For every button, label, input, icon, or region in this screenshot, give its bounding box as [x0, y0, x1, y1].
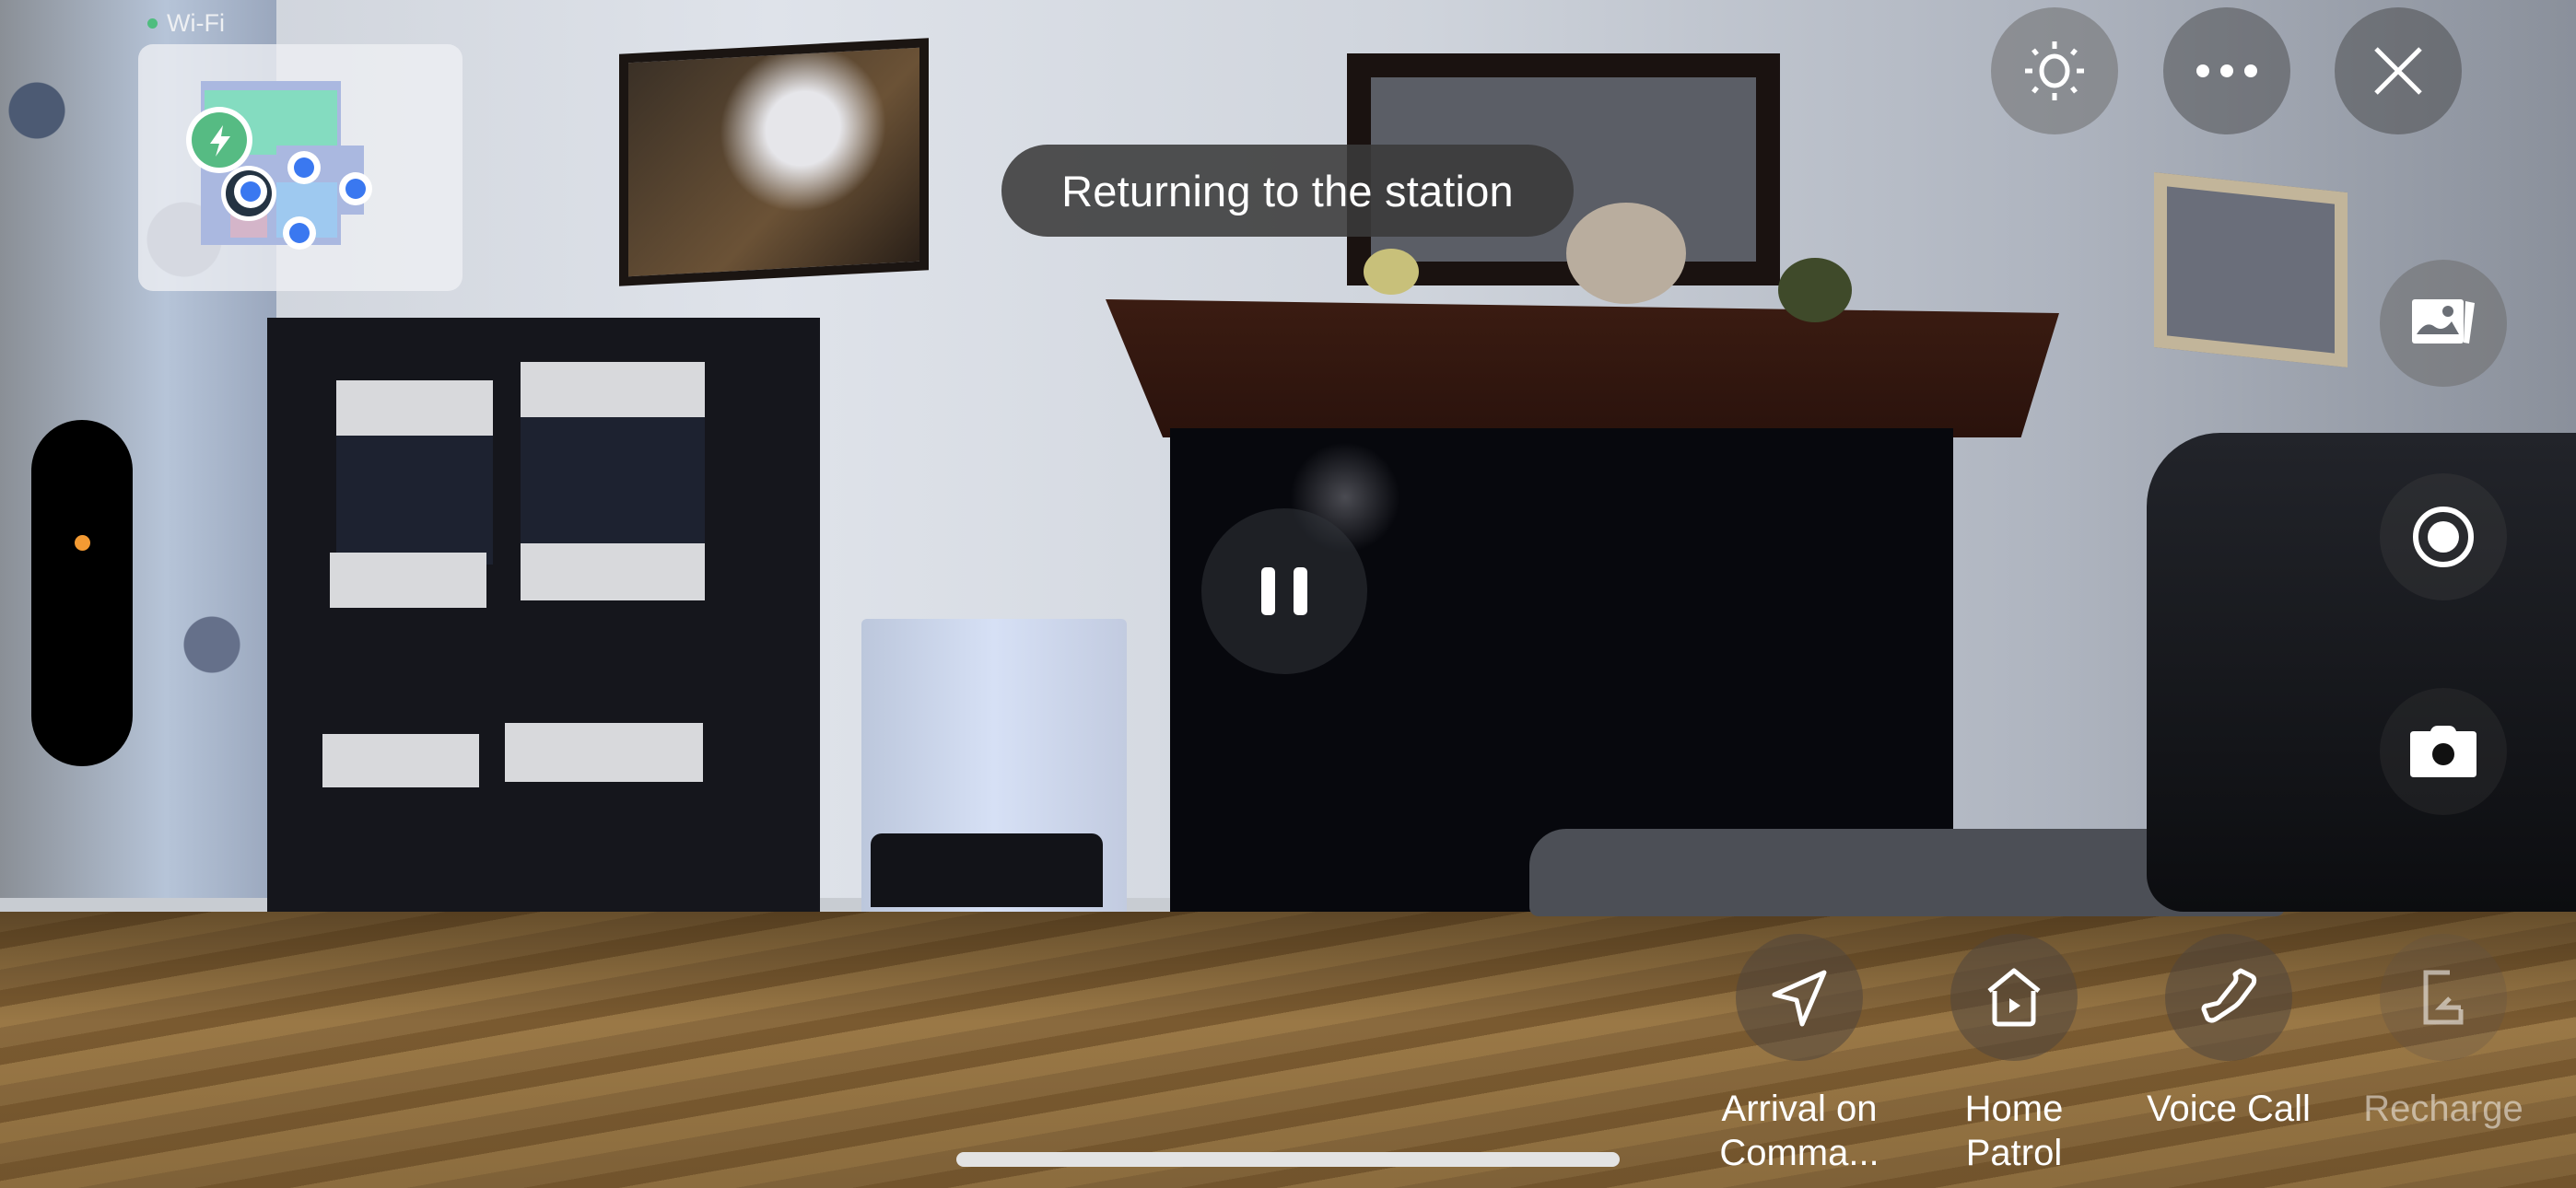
- connection-dot-icon: [147, 18, 158, 29]
- mini-map[interactable]: [138, 44, 463, 291]
- recharge-dock-icon: [2423, 970, 2464, 1025]
- arrival-on-command-button[interactable]: [1736, 934, 1863, 1061]
- navigation-arrow-icon: [1772, 970, 1827, 1027]
- joystick-indicator-icon: [75, 535, 90, 551]
- home-indicator[interactable]: [956, 1152, 1620, 1167]
- voice-call-button[interactable]: [2165, 934, 2292, 1061]
- sofa: [2147, 433, 2576, 912]
- record-button[interactable]: [2380, 473, 2507, 600]
- action-home-patrol[interactable]: Home Patrol: [1908, 934, 2120, 1175]
- action-recharge[interactable]: Recharge: [2337, 934, 2549, 1131]
- status-toast: Returning to the station: [1001, 145, 1574, 237]
- action-label: Arrival on Comma...: [1719, 1089, 1879, 1173]
- status-text: Returning to the station: [1061, 166, 1514, 215]
- charging-dock-marker: [186, 107, 252, 173]
- snapshot-button[interactable]: [2380, 688, 2507, 815]
- action-label: Voice Call: [2147, 1089, 2311, 1129]
- more-dots-icon: [2196, 64, 2257, 77]
- painting: [619, 38, 929, 286]
- connection-label: Wi-Fi: [167, 9, 225, 37]
- photo-album-icon: [2412, 299, 2475, 344]
- brightness-button[interactable]: [1991, 7, 2118, 134]
- recharge-button[interactable]: [2380, 934, 2507, 1061]
- close-button[interactable]: [2335, 7, 2462, 134]
- more-options-button[interactable]: [2163, 7, 2290, 134]
- close-x-icon: [2374, 47, 2422, 95]
- action-label: Recharge: [2363, 1089, 2523, 1129]
- home-patrol-icon: [1987, 968, 2041, 1027]
- home-patrol-button[interactable]: [1950, 934, 2078, 1061]
- cabinet: [267, 318, 820, 912]
- sun-brightness-icon: [2025, 41, 2084, 100]
- pause-icon: [1261, 567, 1275, 615]
- action-voice-call[interactable]: Voice Call: [2123, 934, 2335, 1131]
- camera-icon: [2410, 726, 2476, 777]
- action-label: Home Patrol: [1964, 1089, 2064, 1173]
- pause-button[interactable]: [1201, 508, 1367, 674]
- mantel: [1106, 299, 2059, 437]
- album-button[interactable]: [2380, 260, 2507, 387]
- wall-frame: [2154, 171, 2348, 368]
- connection-status: Wi-Fi: [147, 9, 225, 38]
- record-video-icon: [2413, 507, 2474, 567]
- movement-joystick[interactable]: [31, 420, 133, 766]
- phone-icon: [2201, 968, 2257, 1023]
- action-arrival-on-command[interactable]: Arrival on Comma...: [1693, 934, 1905, 1175]
